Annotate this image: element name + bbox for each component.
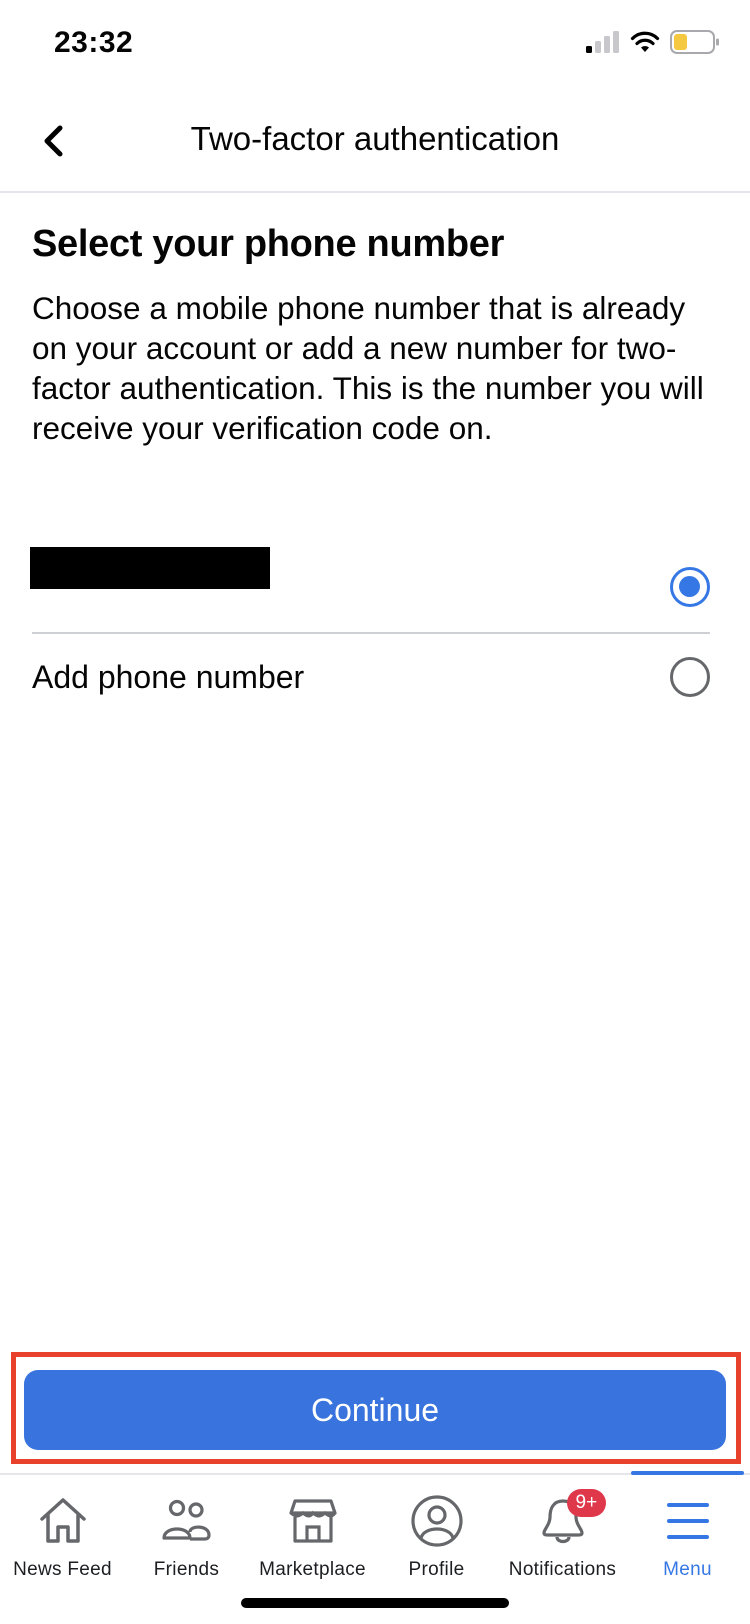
cellular-signal-icon (586, 31, 619, 53)
add-phone-number-label: Add phone number (32, 658, 305, 695)
status-time: 23:32 (54, 26, 134, 59)
tab-label: Menu (663, 1559, 712, 1580)
tab-label: News Feed (13, 1559, 112, 1580)
friends-icon (161, 1499, 211, 1541)
battery-low-icon (670, 30, 719, 54)
redacted-phone-number (30, 547, 270, 589)
tab-menu[interactable]: Menu (625, 1475, 750, 1585)
tab-label: Marketplace (259, 1559, 366, 1580)
tab-notifications[interactable]: 9+ Notifications (500, 1475, 625, 1585)
status-bar: 23:32 (0, 0, 750, 90)
profile-icon (410, 1495, 463, 1547)
phone-option-existing[interactable] (30, 543, 710, 631)
tab-news-feed[interactable]: News Feed (0, 1475, 125, 1585)
page-title: Two-factor authentication (190, 120, 560, 157)
tab-profile[interactable]: Profile (374, 1475, 499, 1585)
tab-label: Notifications (508, 1559, 617, 1580)
tab-label: Friends (153, 1559, 220, 1580)
wifi-icon (630, 31, 660, 52)
tab-friends[interactable]: Friends (124, 1475, 249, 1585)
section-title: Select your phone number (32, 223, 505, 265)
radio-unselected[interactable] (670, 657, 710, 697)
navigation-header: Two-factor authentication (0, 90, 750, 193)
marketplace-icon (288, 1499, 337, 1543)
status-icons (586, 30, 720, 54)
tab-label: Profile (408, 1559, 465, 1580)
home-icon (39, 1498, 86, 1543)
menu-icon (666, 1503, 709, 1539)
section-description: Choose a mobile phone number that is alr… (32, 290, 704, 446)
continue-button[interactable]: Continue (24, 1370, 726, 1450)
home-indicator (241, 1598, 509, 1608)
tab-marketplace[interactable]: Marketplace (250, 1475, 375, 1585)
add-phone-number-option[interactable]: Add phone number (32, 633, 710, 721)
radio-selected[interactable] (670, 567, 710, 607)
notifications-badge: 9+ (566, 1489, 607, 1517)
